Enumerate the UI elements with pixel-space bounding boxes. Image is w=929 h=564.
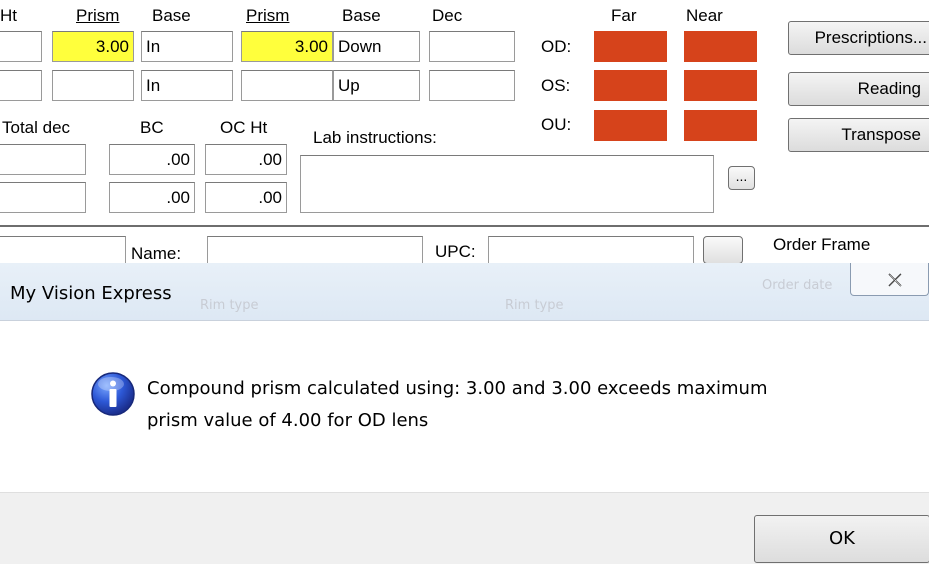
os-prism-1-field[interactable] <box>52 70 134 101</box>
od-ocht-field[interactable]: .00 <box>205 144 287 175</box>
od-base-2-field[interactable]: Down <box>333 31 420 62</box>
dialog-title: My Vision Express <box>10 283 172 304</box>
prescription-form: Ht Prism Base Prism Base Dec Far Near 3.… <box>0 0 929 266</box>
header-far: Far <box>611 6 637 25</box>
ou-far-swatch[interactable] <box>594 110 667 141</box>
os-total-dec-field[interactable] <box>0 182 86 213</box>
total-dec-label: Total dec <box>2 118 71 137</box>
os-far-swatch[interactable] <box>594 70 667 101</box>
header-base-1: Base <box>152 6 191 25</box>
od-total-dec-field[interactable] <box>0 144 86 175</box>
od-bc-field[interactable]: .00 <box>109 144 195 175</box>
od-ht-field[interactable] <box>0 31 42 62</box>
header-near: Near <box>686 6 723 25</box>
header-prism-2: Prism <box>246 6 290 25</box>
ocht-label: OC Ht <box>220 118 268 137</box>
od-label: OD: <box>541 37 572 56</box>
transpose-button[interactable]: Transpose <box>788 118 929 152</box>
bc-label: BC <box>140 118 164 137</box>
os-base-2-field[interactable]: Up <box>333 70 420 101</box>
lab-instructions-label: Lab instructions: <box>313 128 437 147</box>
os-base-1-field[interactable]: In <box>141 70 233 101</box>
os-label: OS: <box>541 76 571 95</box>
ok-button[interactable]: OK <box>754 515 929 563</box>
od-prism-2-field[interactable]: 3.00 <box>241 31 333 62</box>
od-near-swatch[interactable] <box>684 31 757 62</box>
dialog-message-line-2: prism value of 4.00 for OD lens <box>147 410 429 431</box>
info-icon <box>90 371 136 417</box>
upc-label: UPC: <box>435 242 476 261</box>
close-icon[interactable] <box>888 268 902 292</box>
section-divider <box>0 225 929 227</box>
od-prism-1-field[interactable]: 3.00 <box>52 31 134 62</box>
os-prism-2-field[interactable] <box>241 70 333 101</box>
reading-button[interactable]: Reading <box>788 72 929 106</box>
ou-near-swatch[interactable] <box>684 110 757 141</box>
order-frame-label: Order Frame <box>773 235 871 254</box>
os-bc-field[interactable]: .00 <box>109 182 195 213</box>
os-ht-field[interactable] <box>0 70 42 101</box>
header-prism-1: Prism <box>76 6 120 25</box>
os-dec-field[interactable] <box>429 70 515 101</box>
dialog-message-line-1: Compound prism calculated using: 3.00 an… <box>147 378 768 399</box>
header-base-2: Base <box>342 6 381 25</box>
name-label: Name: <box>131 244 182 263</box>
upc-lookup-button[interactable] <box>703 236 743 264</box>
dialog-body <box>0 320 929 493</box>
os-ocht-field[interactable]: .00 <box>205 182 287 213</box>
upc-field[interactable] <box>488 236 694 266</box>
ghost-text: Rim type <box>200 298 259 313</box>
od-far-swatch[interactable] <box>594 31 667 62</box>
prescriptions-button[interactable]: Prescriptions... <box>788 21 929 55</box>
ghost-text: Order date <box>762 278 833 293</box>
frame-name-field[interactable] <box>207 236 423 266</box>
lab-instructions-ellipsis-button[interactable]: ... <box>728 166 755 190</box>
lab-instructions-field[interactable] <box>300 155 714 213</box>
ghost-text: Rim type <box>505 298 564 313</box>
frame-left-field[interactable] <box>0 236 126 266</box>
od-base-1-field[interactable]: In <box>141 31 233 62</box>
ou-label: OU: <box>541 115 572 134</box>
header-ht: Ht <box>0 6 17 25</box>
header-dec: Dec <box>432 6 463 25</box>
os-near-swatch[interactable] <box>684 70 757 101</box>
od-dec-field[interactable] <box>429 31 515 62</box>
